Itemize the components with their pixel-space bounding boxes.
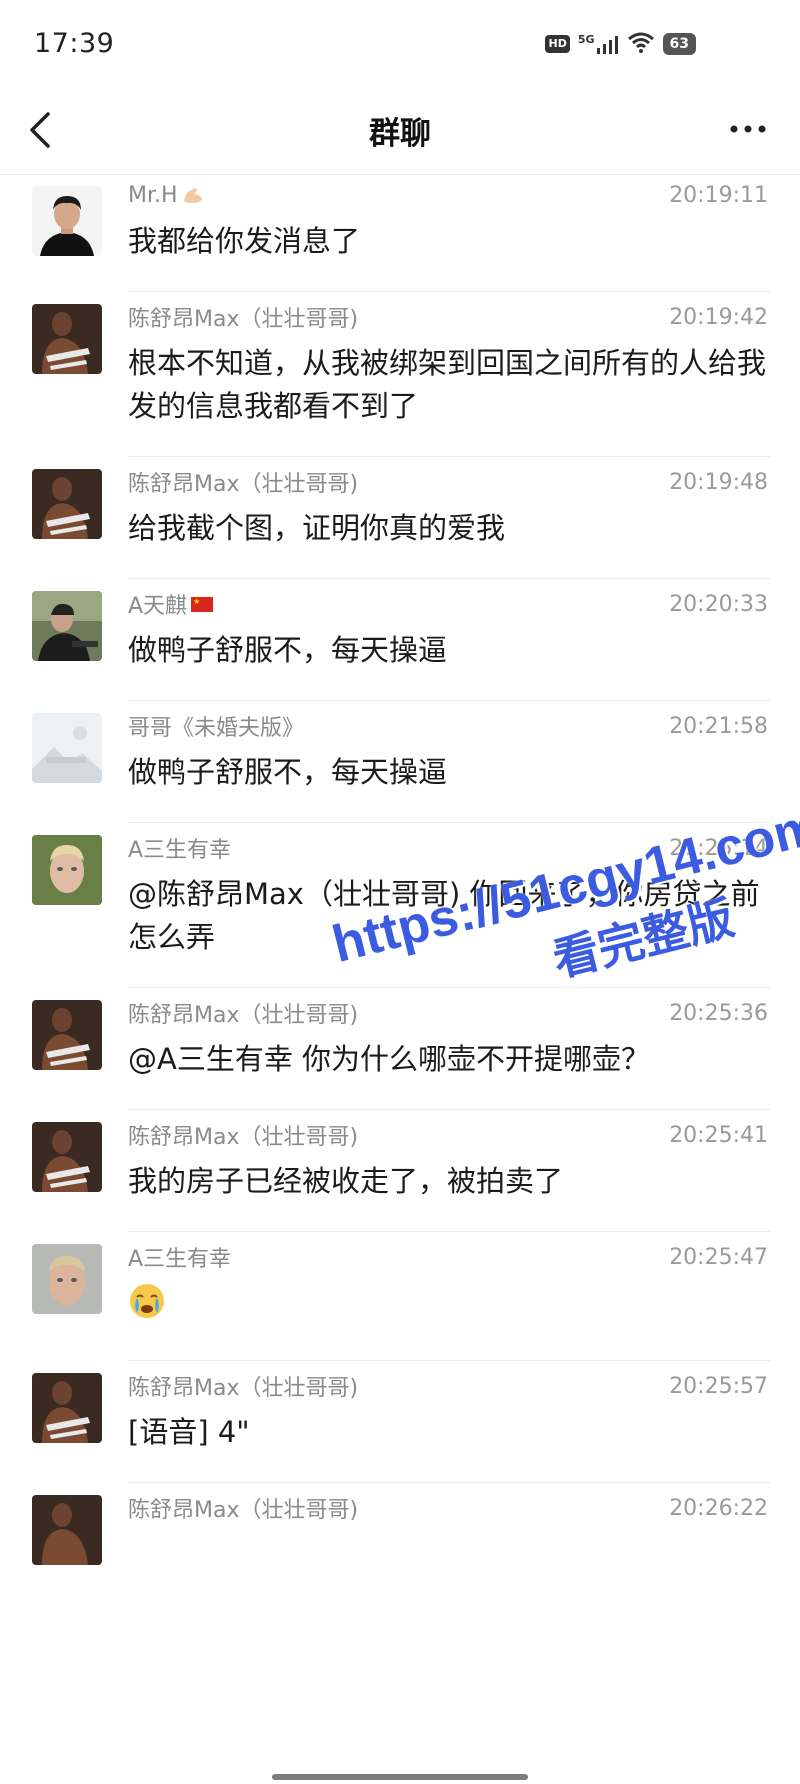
sender-name: Mr.H [128,182,178,208]
message-text: 根本不知道，从我被绑架到回国之间所有的人给我发的信息我都看不到了 [128,346,767,423]
battery-icon: 63 [662,33,696,55]
avatar[interactable] [32,186,102,256]
avatar[interactable] [32,1122,102,1192]
message-text: 做鸭子舒服不，每天操逼 [128,755,448,789]
wifi-icon [627,31,655,57]
nav-bar: 群聊 [0,86,800,175]
sender-name: 陈舒昂Max（壮壮哥哥) [128,1125,359,1150]
message-text: 给我截个图，证明你真的爱我 [128,511,506,545]
message-item[interactable]: Mr.H 20:19:11 我都给你发消息了 [0,174,800,292]
message-item[interactable]: 陈舒昂Max（壮壮哥哥) 20:25:41 我的房子已经被收走了，被拍卖了 [0,1110,800,1232]
sender-name: A天麒 [128,594,188,619]
sender-name: 陈舒昂Max（壮壮哥哥) [128,1003,359,1028]
avatar[interactable] [32,835,102,905]
message-item[interactable]: 陈舒昂Max（壮壮哥哥) 20:25:57 [语音] 4" [0,1361,800,1483]
status-icons: HD 5G 63 [545,30,696,58]
message-item[interactable]: 陈舒昂Max（壮壮哥哥) 20:19:48 给我截个图，证明你真的爱我 [0,457,800,579]
message-item[interactable]: 哥哥《未婚夫版》 20:21:58 做鸭子舒服不，每天操逼 [0,701,800,823]
avatar[interactable] [32,1495,102,1565]
page-title: 群聊 [369,116,431,152]
message-time: 20:20:33 [669,591,768,617]
sender-name: 陈舒昂Max（壮壮哥哥) [128,307,359,332]
hd-icon: HD [545,35,570,53]
avatar[interactable] [32,1000,102,1070]
avatar[interactable] [32,591,102,661]
message-time: 20:19:48 [669,469,768,495]
sender-name: 陈舒昂Max（壮壮哥哥) [128,472,359,497]
avatar[interactable] [32,713,102,783]
china-flag-icon [191,596,214,612]
message-text: 我的房子已经被收走了，被拍卖了 [128,1164,564,1198]
message-text: @陈舒昂Max（壮壮哥哥) 你回来了，你房贷之前怎么弄 [128,877,760,954]
flexed-biceps-icon [182,185,204,205]
status-bar: 17:39 HD 5G 63 [0,0,800,86]
message-list[interactable]: Mr.H 20:19:11 我都给你发消息了 陈舒昂Max（壮壮哥哥) 20:1… [0,174,800,1784]
message-time: 20:25:57 [669,1373,768,1399]
message-time: 20:21:58 [669,713,768,739]
message-item[interactable]: A天麒 20:20:33 做鸭子舒服不，每天操逼 [0,579,800,701]
message-time: 20:25:47 [669,1244,768,1270]
message-item[interactable]: A三生有幸 20:25:14 @陈舒昂Max（壮壮哥哥) 你回来了，你房贷之前怎… [0,823,800,988]
more-options-icon[interactable] [726,114,770,144]
message-time: 20:25:36 [669,1000,768,1026]
message-time: 20:19:11 [669,182,768,208]
avatar[interactable] [32,304,102,374]
avatar[interactable] [32,1373,102,1443]
home-indicator[interactable] [272,1774,528,1780]
message-time: 20:26:22 [669,1495,768,1521]
message-item[interactable]: A三生有幸 20:25:47 [0,1232,800,1361]
signal-icon: 5G [577,33,619,54]
message-item[interactable]: 陈舒昂Max（壮壮哥哥) 20:26:22 [0,1483,800,1565]
sender-name: 陈舒昂Max（壮壮哥哥) [128,1376,359,1401]
network-type: 5G [577,33,595,46]
sender-name: 陈舒昂Max（壮壮哥哥) [128,1498,359,1523]
message-time: 20:25:14 [669,835,768,861]
voice-message[interactable]: [语音] 4" [128,1411,770,1454]
message-item[interactable]: 陈舒昂Max（壮壮哥哥) 20:19:42 根本不知道，从我被绑架到回国之间所有… [0,292,800,457]
avatar[interactable] [32,469,102,539]
status-time: 17:39 [34,28,115,59]
message-text: @A三生有幸 你为什么哪壶不开提哪壶？ [128,1042,651,1076]
message-time: 20:25:41 [669,1122,768,1148]
sender-name: A三生有幸 [128,838,232,863]
crying-face-icon [128,1282,166,1320]
sender-name: A三生有幸 [128,1247,232,1272]
message-time: 20:19:42 [669,304,768,330]
avatar[interactable] [32,1244,102,1314]
message-text: 做鸭子舒服不，每天操逼 [128,633,448,667]
message-text: 我都给你发消息了 [128,224,361,258]
message-item[interactable]: 陈舒昂Max（壮壮哥哥) 20:25:36 @A三生有幸 你为什么哪壶不开提哪壶… [0,988,800,1110]
sender-name: 哥哥《未婚夫版》 [128,716,305,741]
